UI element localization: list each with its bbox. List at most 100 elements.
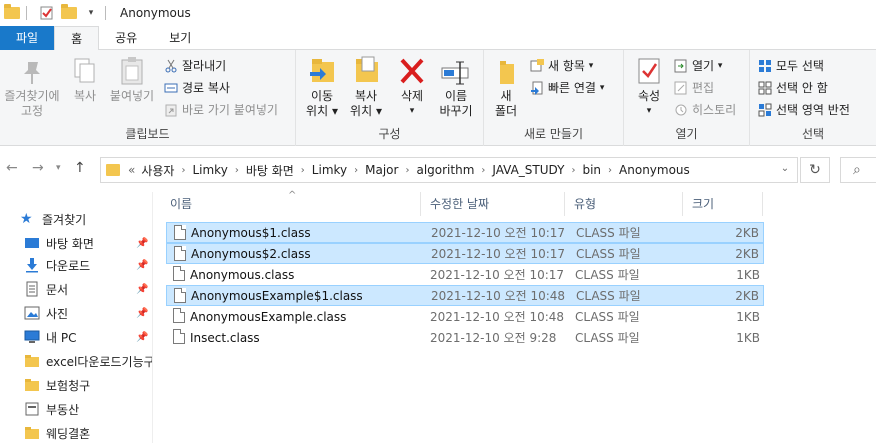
pin-icon: 📌	[136, 259, 149, 271]
breadcrumb-chevron-icon[interactable]: ›	[235, 165, 239, 176]
nav-item-downloads[interactable]: 다운로드 📌	[24, 254, 152, 276]
select-none-button[interactable]: 선택 안 함	[758, 78, 828, 98]
chevron-down-icon[interactable]: ▾	[83, 5, 99, 21]
breadcrumb-chevron-icon[interactable]: ›	[571, 165, 575, 176]
column-header-date[interactable]: 수정한 날짜	[420, 192, 564, 216]
pin-icon: 📌	[136, 307, 149, 319]
breadcrumb-chevron-icon[interactable]: ›	[405, 165, 409, 176]
move-to-button[interactable]: 이동 위치 ▾	[300, 56, 344, 119]
column-separator[interactable]	[762, 192, 763, 216]
breadcrumb-item[interactable]: 사용자	[141, 162, 174, 179]
file-name: AnonymousExample$1.class	[191, 288, 363, 303]
breadcrumb-chevron-icon[interactable]: ›	[354, 165, 358, 176]
new-folder-icon[interactable]	[61, 4, 77, 23]
open-button[interactable]: 열기 ▾	[674, 56, 722, 76]
nav-item-documents[interactable]: 문서 📌	[24, 278, 152, 300]
copy-to-button[interactable]: 복사 위치 ▾	[344, 56, 388, 119]
rename-label-1: 이름	[444, 89, 468, 103]
ribbon-tabs: 파일 홈 공유 보기	[0, 26, 876, 51]
file-icon	[174, 225, 186, 240]
edit-button[interactable]: 편집	[674, 78, 714, 98]
breadcrumb-item[interactable]: Limky	[192, 163, 227, 177]
delete-button[interactable]: 삭제 ▾	[392, 56, 432, 119]
breadcrumb-chevron-icon[interactable]: ›	[608, 165, 612, 176]
nav-item-this-pc[interactable]: 내 PC 📌	[24, 326, 152, 348]
file-row[interactable]: Anonymous.class 2021-12-10 오전 10:17 CLASS …	[166, 264, 764, 285]
nav-item-real-estate[interactable]: 부동산	[24, 398, 152, 420]
nav-item-insurance[interactable]: 보험청구	[24, 374, 152, 396]
new-item-button[interactable]: 새 항목 ▾	[530, 56, 593, 76]
back-arrow-icon[interactable]: ←	[6, 160, 18, 176]
breadcrumb-item[interactable]: algorithm	[416, 163, 474, 177]
address-bar[interactable]: « 사용자 › Limky › 바탕 화면 › Limky › Major › algor…	[100, 157, 798, 183]
column-header-size[interactable]: 크기	[682, 192, 762, 216]
pin-quick-access-button[interactable]: 즐겨찾기에 고정	[0, 56, 64, 119]
file-type: CLASS 파일	[576, 247, 641, 261]
breadcrumb-chevron-icon[interactable]: ›	[481, 165, 485, 176]
rename-button[interactable]: 이름 바꾸기	[432, 56, 480, 119]
column-header-name[interactable]: 이름 ^	[160, 190, 420, 216]
nav-item-pictures[interactable]: 사진 📌	[24, 302, 152, 324]
file-row[interactable]: Anonymous$2.class 2021-12-10 오전 10:17 CLAS…	[166, 243, 764, 264]
up-arrow-icon[interactable]: ↑	[74, 160, 86, 176]
delete-label-text: 삭제	[400, 89, 424, 103]
select-all-button[interactable]: 모두 선택	[758, 56, 824, 76]
new-folder-button[interactable]: 새 폴더	[488, 56, 524, 119]
move-label-1: 이동	[310, 89, 334, 103]
refresh-icon[interactable]: ↻	[800, 157, 830, 183]
breadcrumb-item[interactable]: Major	[365, 163, 398, 177]
invert-selection-button[interactable]: 선택 영역 반전	[758, 100, 850, 120]
search-input[interactable]: ⌕	[840, 157, 876, 183]
new-group: 새 폴더 새 항목 ▾ 빠른 연결 ▾ 새로 만들기	[484, 50, 624, 146]
nav-quick-access[interactable]: ★ 즐겨찾기	[20, 208, 152, 230]
copy-path-icon	[164, 81, 178, 95]
paste-button[interactable]: 붙여넣기	[106, 56, 158, 104]
pin-label-2: 고정	[20, 104, 44, 118]
breadcrumb-item[interactable]: JAVA_STUDY	[492, 163, 564, 177]
history-icon	[674, 103, 688, 117]
select-group: 모두 선택 선택 안 함 선택 영역 반전 선택	[750, 50, 876, 146]
tab-view[interactable]: 보기	[153, 26, 207, 50]
desktop-icon	[24, 235, 40, 251]
separator	[26, 6, 27, 20]
copy-path-button[interactable]: 경로 복사	[164, 78, 230, 98]
paste-shortcut-button[interactable]: 바로 가기 붙여넣기	[164, 100, 278, 120]
organize-group: 이동 위치 ▾ 복사 위치 ▾ 삭제 ▾ 이름 바꾸기 구성	[296, 50, 484, 146]
nav-item-wedding[interactable]: 웨딩결혼	[24, 422, 152, 443]
properties-button[interactable]: 속성 ▾	[628, 56, 670, 119]
nav-item-excel-download[interactable]: excel다운로드기능구	[24, 350, 152, 372]
breadcrumb-item[interactable]: Limky	[312, 163, 347, 177]
tab-share[interactable]: 공유	[99, 26, 153, 50]
breadcrumb-chevron-icon[interactable]: ›	[301, 165, 305, 176]
tab-file[interactable]: 파일	[0, 26, 55, 50]
file-icon	[173, 308, 185, 323]
organize-group-label: 구성	[378, 127, 401, 141]
file-row[interactable]: Anonymous$1.class 2021-12-10 오전 10:17 CLAS…	[166, 222, 764, 243]
easy-access-button[interactable]: 빠른 연결 ▾	[530, 78, 604, 98]
properties-icon[interactable]	[39, 5, 55, 21]
recent-chevron-icon[interactable]: ▾	[56, 163, 61, 173]
rename-icon	[440, 56, 472, 86]
nav-item-desktop[interactable]: 바탕 화면 📌	[24, 232, 152, 254]
cut-button[interactable]: 잘라내기	[164, 56, 226, 76]
copy-to-label-2: 위치 ▾	[350, 104, 382, 118]
forward-arrow-icon[interactable]: →	[32, 160, 44, 176]
file-row[interactable]: AnonymousExample$1.class 2021-12-10 오전 10…	[166, 285, 764, 306]
column-header-type[interactable]: 유형	[564, 192, 682, 216]
breadcrumb-item[interactable]: 바탕 화면	[246, 162, 294, 179]
file-icon	[173, 329, 185, 344]
overflow-chevron[interactable]: «	[128, 163, 135, 177]
file-row[interactable]: AnonymousExample.class 2021-12-10 오전 10:4…	[166, 306, 764, 327]
file-row[interactable]: Insect.class 2021-12-10 오전 9:28 CLASS 파일 1K…	[166, 327, 764, 348]
breadcrumb-item[interactable]: Anonymous	[619, 163, 690, 177]
tab-home[interactable]: 홈	[54, 26, 100, 51]
nav-item-label: 보험청구	[46, 378, 91, 393]
breadcrumb-item[interactable]: bin	[582, 163, 601, 177]
rename-label-2: 바꾸기	[439, 104, 473, 118]
delete-label: 삭제	[392, 89, 432, 104]
history-button[interactable]: 히스토리	[674, 100, 736, 120]
copy-button[interactable]: 복사	[64, 56, 106, 104]
new-item-icon	[530, 59, 544, 73]
breadcrumb-chevron-icon[interactable]: ›	[181, 165, 185, 176]
address-dropdown-icon[interactable]: ⌄	[774, 157, 796, 183]
